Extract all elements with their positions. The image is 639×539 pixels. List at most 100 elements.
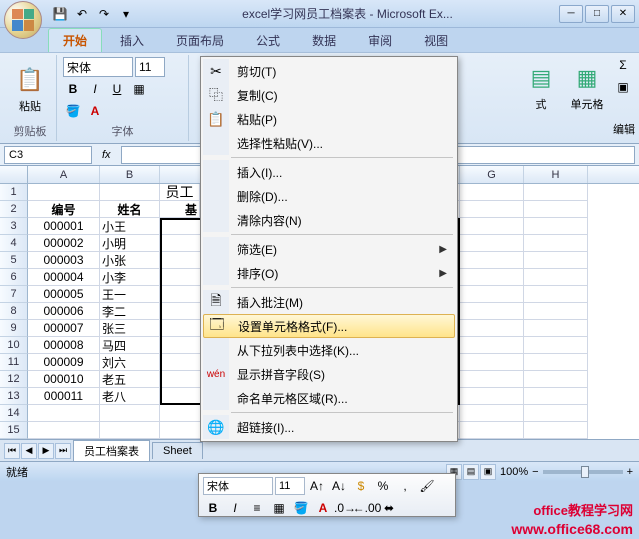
cell-id[interactable]: 000007	[28, 320, 100, 337]
zoom-percent[interactable]: 100%	[500, 466, 528, 478]
mini-fill-color[interactable]: 🪣	[291, 498, 311, 518]
font-color-button[interactable]: A	[85, 101, 105, 121]
maximize-button[interactable]: □	[585, 5, 609, 23]
col-header-B[interactable]: B	[100, 166, 160, 183]
mini-percent[interactable]: %	[373, 476, 393, 496]
tab-nav-prev[interactable]: ◀	[21, 443, 37, 459]
cell-id[interactable]: 000005	[28, 286, 100, 303]
row-header[interactable]: 11	[0, 354, 28, 371]
zoom-slider[interactable]	[543, 470, 623, 474]
italic-button[interactable]: I	[85, 79, 105, 99]
bold-button[interactable]: B	[63, 79, 83, 99]
menu-format-cells[interactable]: 🗔设置单元格格式(F)...	[203, 314, 455, 338]
cell-id[interactable]: 000004	[28, 269, 100, 286]
tab-review[interactable]: 审阅	[354, 29, 406, 52]
cell-name[interactable]: 小明	[100, 235, 160, 252]
row-header[interactable]: 12	[0, 371, 28, 388]
redo-icon[interactable]: ↷	[94, 4, 114, 24]
fx-button[interactable]: fx	[96, 149, 117, 161]
mini-italic[interactable]: I	[225, 498, 245, 518]
cell-id[interactable]: 000003	[28, 252, 100, 269]
tab-insert[interactable]: 插入	[106, 29, 158, 52]
cell-name[interactable]: 老五	[100, 371, 160, 388]
cell-title[interactable]: 员工	[160, 184, 200, 201]
tab-formulas[interactable]: 公式	[242, 29, 294, 52]
mini-border[interactable]: ▦	[269, 498, 289, 518]
row-header[interactable]: 10	[0, 337, 28, 354]
mini-shrink-font[interactable]: A↓	[329, 476, 349, 496]
mini-font-combo[interactable]: 宋体	[203, 477, 273, 495]
menu-hyperlink[interactable]: 🌐超链接(I)...	[203, 415, 455, 439]
cell-id[interactable]: 000008	[28, 337, 100, 354]
header-id[interactable]: 编号	[28, 201, 100, 218]
mini-format-painter[interactable]: 🖌	[417, 476, 437, 496]
row-header[interactable]: 3	[0, 218, 28, 235]
mini-comma[interactable]: ,	[395, 476, 415, 496]
office-button[interactable]	[4, 1, 42, 39]
row-header[interactable]: 13	[0, 388, 28, 405]
menu-pick-from-list[interactable]: 从下拉列表中选择(K)...	[203, 338, 455, 362]
col-header-G[interactable]: G	[460, 166, 524, 183]
styles-button[interactable]: ▤ 式	[521, 55, 561, 119]
cell-name[interactable]: 刘六	[100, 354, 160, 371]
name-box[interactable]: C3	[4, 146, 92, 164]
select-all-corner[interactable]	[0, 166, 28, 183]
cell-id[interactable]: 000006	[28, 303, 100, 320]
row-header-2[interactable]: 2	[0, 201, 28, 218]
mini-size-combo[interactable]: 11	[275, 477, 305, 495]
header-basic[interactable]: 基	[160, 201, 200, 218]
menu-delete[interactable]: 删除(D)...	[203, 184, 455, 208]
row-header[interactable]: 5	[0, 252, 28, 269]
menu-name-range[interactable]: 命名单元格区域(R)...	[203, 386, 455, 410]
zoom-thumb[interactable]	[581, 466, 589, 478]
cell-B1[interactable]	[100, 184, 160, 201]
cell-id[interactable]: 000001	[28, 218, 100, 235]
row-header-15[interactable]: 15	[0, 422, 28, 439]
cell-id[interactable]: 000010	[28, 371, 100, 388]
cell-name[interactable]: 老八	[100, 388, 160, 405]
mini-bold[interactable]: B	[203, 498, 223, 518]
row-header[interactable]: 7	[0, 286, 28, 303]
fill-button[interactable]: ▣	[613, 77, 633, 97]
cell-id[interactable]: 000002	[28, 235, 100, 252]
menu-paste[interactable]: 📋粘贴(P)	[203, 107, 455, 131]
zoom-out[interactable]: −	[532, 466, 538, 478]
tab-home[interactable]: 开始	[48, 28, 102, 52]
row-header[interactable]: 6	[0, 269, 28, 286]
cell-id[interactable]: 000011	[28, 388, 100, 405]
view-page-icon[interactable]: ▤	[463, 464, 479, 480]
menu-cut[interactable]: ✂剪切(T)	[203, 59, 455, 83]
zoom-in[interactable]: +	[627, 466, 633, 478]
undo-icon[interactable]: ↶	[72, 4, 92, 24]
menu-clear[interactable]: 清除内容(N)	[203, 208, 455, 232]
menu-filter[interactable]: 筛选(E)▶	[203, 237, 455, 261]
menu-insert-comment[interactable]: 🗎插入批注(M)	[203, 290, 455, 314]
menu-copy[interactable]: ⿻复制(C)	[203, 83, 455, 107]
tab-data[interactable]: 数据	[298, 29, 350, 52]
cell-name[interactable]: 李二	[100, 303, 160, 320]
mini-merge[interactable]: ⬌	[379, 498, 399, 518]
tab-nav-next[interactable]: ▶	[38, 443, 54, 459]
col-header-H[interactable]: H	[524, 166, 588, 183]
row-header-14[interactable]: 14	[0, 405, 28, 422]
autosum-button[interactable]: Σ	[613, 55, 633, 75]
tab-page-layout[interactable]: 页面布局	[162, 29, 238, 52]
view-break-icon[interactable]: ▣	[480, 464, 496, 480]
cell-name[interactable]: 张三	[100, 320, 160, 337]
cell-name[interactable]: 小李	[100, 269, 160, 286]
row-header[interactable]: 9	[0, 320, 28, 337]
col-header-A[interactable]: A	[28, 166, 100, 183]
row-header[interactable]: 8	[0, 303, 28, 320]
mini-grow-font[interactable]: A↑	[307, 476, 327, 496]
header-name[interactable]: 姓名	[100, 201, 160, 218]
menu-paste-special[interactable]: 选择性粘贴(V)...	[203, 131, 455, 155]
mini-font-color[interactable]: A	[313, 498, 333, 518]
cell-name[interactable]: 小张	[100, 252, 160, 269]
tab-nav-first[interactable]: ⏮	[4, 443, 20, 459]
cell-id[interactable]: 000009	[28, 354, 100, 371]
paste-button[interactable]: 📋 粘贴	[10, 57, 50, 121]
cell-A1[interactable]	[28, 184, 100, 201]
cell-name[interactable]: 王一	[100, 286, 160, 303]
menu-insert[interactable]: 插入(I)...	[203, 160, 455, 184]
underline-button[interactable]: U	[107, 79, 127, 99]
